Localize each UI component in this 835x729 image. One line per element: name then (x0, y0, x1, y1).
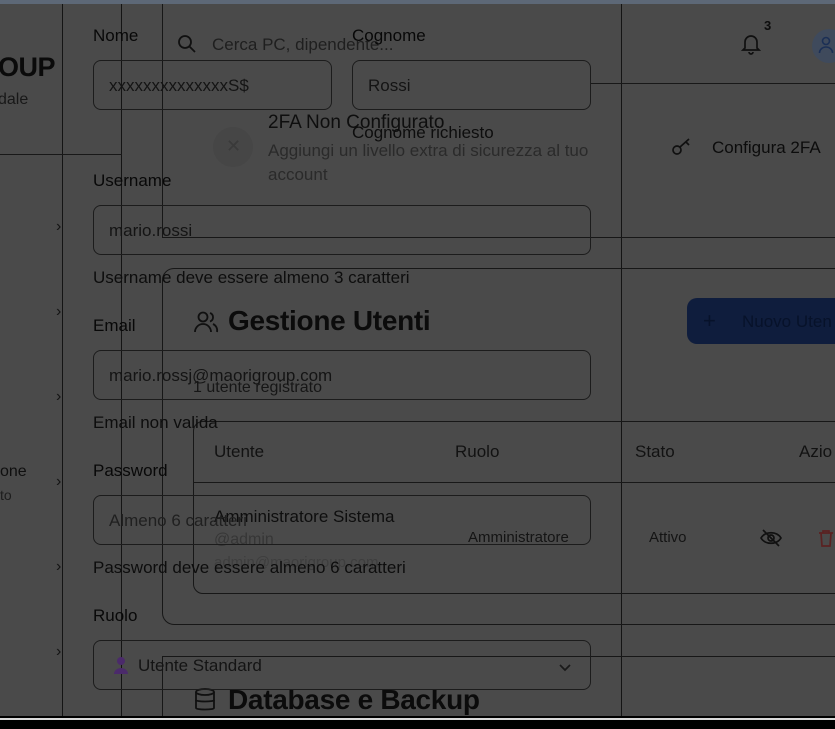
username-error: Username deve essere almeno 3 caratteri (93, 268, 410, 287)
users-icon (193, 309, 219, 340)
nome-value: xxxxxxxxxxxxxxS$ (109, 76, 249, 95)
search-icon[interactable] (177, 34, 197, 59)
page-title: Gestione Utenti (228, 305, 431, 336)
new-user-button[interactable]: + Nuovo Uten (687, 298, 835, 344)
notification-count-badge: 3 (764, 18, 772, 33)
column-header-user: Utente (214, 442, 265, 461)
trash-icon[interactable] (817, 528, 835, 553)
sidebar-logo: OUP (0, 52, 56, 82)
column-header-role: Ruolo (455, 442, 500, 461)
eye-off-icon[interactable] (760, 528, 782, 553)
username-label: Username (93, 171, 172, 190)
column-header-status: Stato (635, 442, 675, 461)
nome-label: Nome (93, 26, 139, 45)
twofa-description: Aggiungi un livello extra di sicurezza a… (268, 141, 589, 160)
username-field[interactable]: mario.rossi (93, 205, 591, 255)
ruolo-select[interactable]: Utente Standard (93, 640, 591, 690)
twofa-description-cont: account (268, 165, 328, 184)
email-error: Email non valida (93, 413, 218, 432)
close-icon: ✕ (226, 136, 242, 156)
chevron-right-icon[interactable]: › (56, 643, 61, 661)
sidebar-item-sublabel: to (0, 487, 12, 503)
ruolo-value: Utente Standard (138, 656, 262, 675)
cognome-value: Rossi (368, 76, 411, 95)
layer-divider (62, 4, 63, 716)
sidebar-logo-subtitle: dale (0, 91, 29, 108)
cognome-field[interactable]: Rossi (352, 60, 591, 110)
chevron-right-icon[interactable]: › (56, 303, 61, 321)
bottom-bar (0, 716, 835, 729)
chevron-right-icon[interactable]: › (56, 558, 61, 576)
password-placeholder: Almeno 6 caratteri (109, 511, 247, 530)
status-badge: Attivo (649, 529, 687, 546)
cognome-error: Cognome richiesto (352, 123, 494, 142)
database-icon (194, 688, 216, 717)
person-icon (113, 656, 129, 679)
chevron-right-icon[interactable]: › (56, 218, 61, 236)
email-field[interactable]: mario.rossj@maorigroup.com (93, 350, 591, 400)
chevron-right-icon[interactable]: › (56, 473, 61, 491)
nome-field[interactable]: xxxxxxxxxxxxxxS$ (93, 60, 332, 110)
password-error: Password deve essere almeno 6 caratteri (93, 558, 406, 577)
password-label: Password (93, 461, 168, 480)
table-header-divider (193, 482, 835, 483)
username-value: mario.rossi (109, 221, 193, 240)
plus-icon: + (703, 308, 716, 333)
key-icon (671, 137, 693, 162)
password-field[interactable]: Almeno 6 caratteri (93, 495, 591, 545)
email-label: Email (93, 316, 136, 335)
ruolo-label: Ruolo (93, 606, 138, 625)
chevron-down-icon (558, 660, 572, 678)
column-header-actions: Azio (799, 442, 833, 461)
chevron-right-icon[interactable]: › (56, 388, 61, 406)
cognome-label: Cognome (352, 26, 426, 45)
email-value: mario.rossj@maorigroup.com (109, 366, 333, 385)
configure-2fa-button[interactable]: Configura 2FA (712, 138, 821, 158)
user-icon (818, 36, 834, 59)
bell-icon[interactable] (740, 33, 762, 60)
sidebar-header-divider (0, 154, 122, 155)
new-user-button-label: Nuovo Uten (742, 312, 832, 331)
sidebar-item-label[interactable]: one (0, 463, 27, 481)
